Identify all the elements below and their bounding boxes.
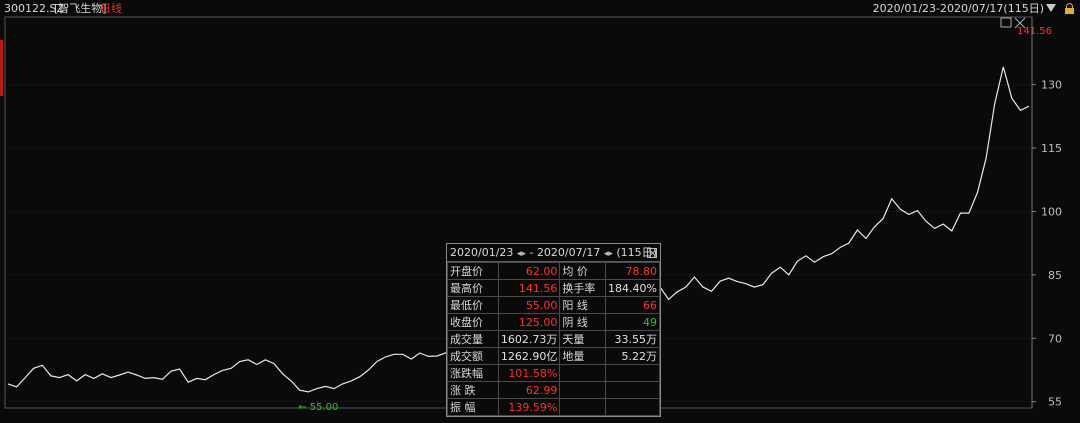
stats-row: 涨 跌 62.99 — [447, 381, 660, 399]
chart-header: 300122.SZ [智飞生物] 日线 2020/01/23-2020/07/1… — [0, 0, 1080, 17]
stock-name: [智飞生物] — [54, 2, 107, 15]
stats-row: 收盘价 125.00 阴 线 49 — [447, 313, 660, 331]
stats-value: 1602.73万 — [497, 330, 561, 348]
stats-row: 最高价 141.56 换手率 184.40% — [447, 279, 660, 297]
stats-separator: - — [529, 246, 534, 259]
stats-label2: 地量 — [559, 347, 607, 365]
stats-row: 振 幅 139.59% — [447, 398, 660, 416]
y-tick-label: 130 — [1041, 79, 1062, 92]
stats-value2: 49 — [605, 313, 660, 331]
stats-label: 最低价 — [447, 296, 499, 314]
stats-label2 — [559, 381, 607, 399]
triangle-down-icon[interactable] — [1046, 4, 1056, 12]
stats-label2: 阴 线 — [559, 313, 607, 331]
y-tick-label: 55 — [1048, 396, 1062, 409]
stats-value: 1262.90亿 — [497, 347, 561, 365]
stats-start-date: 2020/01/23 — [450, 246, 514, 259]
stats-value: 125.00 — [497, 313, 561, 331]
stats-table: 开盘价 62.00 均 价 78.80 最高价 141.56 换手率 184.40% 最低价 55… — [447, 262, 660, 416]
range-stats-panel: 2020/01/23 ◂▸ - 2020/07/17 ◂▸ (115日) 开盘价… — [446, 243, 661, 417]
stats-value2 — [605, 364, 660, 382]
stats-label2: 阳 线 — [559, 296, 607, 314]
left-marker — [0, 40, 3, 96]
stats-value2: 78.80 — [605, 262, 660, 280]
stats-row: 涨跌幅 101.58% — [447, 364, 660, 382]
stats-label: 最高价 — [447, 279, 499, 297]
close-icon[interactable] — [647, 248, 657, 258]
stats-label: 振 幅 — [447, 398, 499, 416]
y-tick-label: 85 — [1048, 269, 1062, 282]
y-tick-label: 70 — [1048, 332, 1062, 345]
lock-icon[interactable] — [1065, 3, 1074, 14]
stats-label2 — [559, 398, 607, 416]
stats-label2: 天量 — [559, 330, 607, 348]
stats-value: 62.99 — [497, 381, 561, 399]
stats-label: 成交量 — [447, 330, 499, 348]
stats-row: 成交量 1602.73万 天量 33.55万 — [447, 330, 660, 348]
low-label: ← 55.00 — [298, 402, 338, 413]
stats-label: 涨 跌 — [447, 381, 499, 399]
stats-value: 62.00 — [497, 262, 561, 280]
stats-header: 2020/01/23 ◂▸ - 2020/07/17 ◂▸ (115日) — [447, 244, 660, 262]
y-tick-label: 100 — [1041, 205, 1062, 218]
stats-label: 成交额 — [447, 347, 499, 365]
stats-label: 收盘价 — [447, 313, 499, 331]
stats-label: 涨跌幅 — [447, 364, 499, 382]
end-adjust-icon[interactable]: ◂▸ — [604, 249, 613, 259]
y-tick-label: 115 — [1041, 142, 1062, 155]
stats-value: 101.58% — [497, 364, 561, 382]
stats-value2 — [605, 398, 660, 416]
date-range: 2020/01/23-2020/07/17(115日) — [872, 2, 1044, 15]
period-label[interactable]: 日线 — [100, 0, 122, 17]
window-icon — [1000, 17, 1012, 28]
stats-label2 — [559, 364, 607, 382]
stats-row: 开盘价 62.00 均 价 78.80 — [447, 262, 660, 280]
stats-end-date: 2020/07/17 — [536, 246, 601, 259]
stats-value2 — [605, 381, 660, 399]
start-adjust-icon[interactable]: ◂▸ — [517, 249, 526, 259]
stats-label2: 均 价 — [559, 262, 607, 280]
stats-label2: 换手率 — [559, 279, 607, 297]
stats-value2: 184.40% — [605, 279, 660, 297]
stats-value2: 33.55万 — [605, 330, 660, 348]
stats-value2: 5.22万 — [605, 347, 660, 365]
stats-row: 最低价 55.00 阳 线 66 — [447, 296, 660, 314]
stats-label: 开盘价 — [447, 262, 499, 280]
stats-row: 成交额 1262.90亿 地量 5.22万 — [447, 347, 660, 365]
stats-value2: 66 — [605, 296, 660, 314]
stats-value: 139.59% — [497, 398, 561, 416]
stats-value: 55.00 — [497, 296, 561, 314]
high-label: 141.56 — [1017, 26, 1052, 37]
stats-value: 141.56 — [497, 279, 561, 297]
